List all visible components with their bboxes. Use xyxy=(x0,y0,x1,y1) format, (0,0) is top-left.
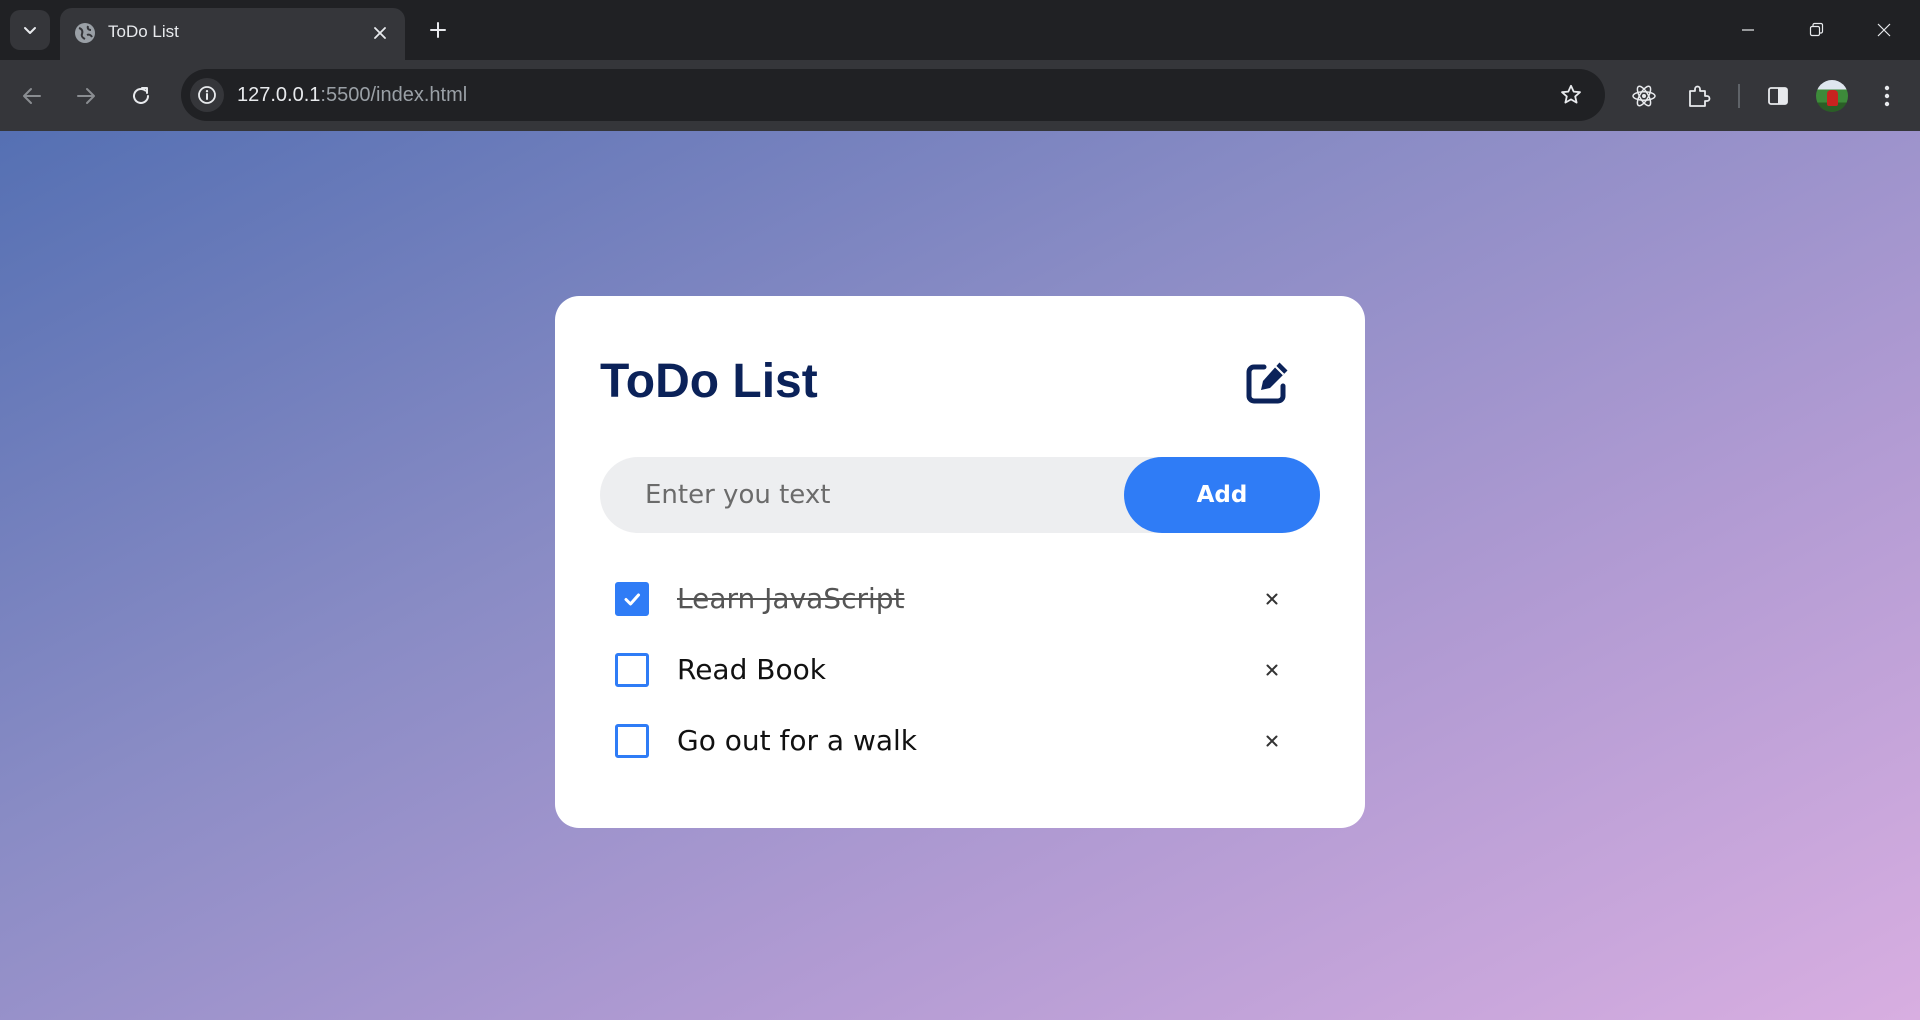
todo-checkbox[interactable] xyxy=(615,582,649,616)
close-icon xyxy=(374,27,386,39)
todo-card: ToDo List Add Learn JavaScript xyxy=(555,296,1365,828)
browser-menu-button[interactable] xyxy=(1868,77,1906,115)
minimize-button[interactable] xyxy=(1730,12,1766,48)
browser-toolbar: 127.0.0.1:5500/index.html xyxy=(0,60,1920,131)
add-button[interactable]: Add xyxy=(1124,457,1320,533)
forward-arrow-icon xyxy=(77,88,95,104)
back-arrow-icon xyxy=(23,88,41,104)
toolbar-divider xyxy=(1738,84,1740,108)
remove-item-button[interactable] xyxy=(1258,656,1286,684)
side-panel-icon xyxy=(1768,87,1788,105)
page-title: ToDo List xyxy=(600,355,818,408)
close-icon xyxy=(1266,735,1278,747)
tab-close-button[interactable] xyxy=(369,22,391,44)
url-path: :5500/index.html xyxy=(320,84,468,106)
react-icon xyxy=(1632,85,1656,107)
tab-title: ToDo List xyxy=(108,22,179,41)
url-host: 127.0.0.1 xyxy=(237,84,321,106)
close-icon xyxy=(1877,23,1891,37)
plus-icon xyxy=(430,22,446,38)
todo-item[interactable]: Go out for a walk xyxy=(615,713,1295,784)
react-devtools-extension-button[interactable] xyxy=(1625,77,1663,115)
kebab-menu-icon xyxy=(1884,85,1890,107)
minimize-icon xyxy=(1742,29,1754,31)
reload-button[interactable] xyxy=(122,77,160,115)
address-bar[interactable]: 127.0.0.1:5500/index.html xyxy=(181,69,1605,121)
remove-item-button[interactable] xyxy=(1258,585,1286,613)
puzzle-icon xyxy=(1689,85,1711,107)
tab-active[interactable]: ToDo List xyxy=(60,8,405,60)
todo-item[interactable]: Read Book xyxy=(615,642,1295,713)
back-button[interactable] xyxy=(13,77,51,115)
tab-strip: ToDo List xyxy=(0,0,1920,60)
side-panel-button[interactable] xyxy=(1759,77,1797,115)
todo-item[interactable]: Learn JavaScript xyxy=(615,571,1295,642)
checkmark-icon xyxy=(624,593,640,606)
todo-item-text: Go out for a walk xyxy=(677,724,917,757)
site-info-button[interactable] xyxy=(190,78,224,112)
page-viewport: ToDo List Add Learn JavaScript xyxy=(0,131,1920,1020)
forward-button[interactable] xyxy=(67,77,105,115)
profile-avatar[interactable] xyxy=(1816,80,1848,112)
restore-icon xyxy=(1809,22,1824,37)
close-icon xyxy=(1266,593,1278,605)
todo-checkbox[interactable] xyxy=(615,724,649,758)
reload-icon xyxy=(133,87,149,104)
todo-item-text: Learn JavaScript xyxy=(677,582,905,615)
close-icon xyxy=(1266,664,1278,676)
remove-item-button[interactable] xyxy=(1258,727,1286,755)
todo-input-row: Add xyxy=(600,457,1320,533)
close-window-button[interactable] xyxy=(1866,12,1902,48)
browser-chrome: ToDo List 127.0.0.1:5500/index.html xyxy=(0,0,1920,131)
todo-text-input[interactable] xyxy=(600,457,1120,533)
edit-icon xyxy=(1246,362,1288,404)
new-tab-button[interactable] xyxy=(424,16,452,44)
info-icon xyxy=(198,86,216,104)
todo-item-text: Read Book xyxy=(677,653,826,686)
tab-search-button[interactable] xyxy=(10,10,50,50)
todo-list: Learn JavaScript Read Book Go out for a … xyxy=(615,571,1295,784)
url-text: 127.0.0.1:5500/index.html xyxy=(237,82,467,108)
restore-button[interactable] xyxy=(1798,12,1834,48)
chevron-down-icon xyxy=(24,27,36,34)
globe-icon xyxy=(75,23,95,43)
star-icon xyxy=(1561,84,1581,104)
extensions-button[interactable] xyxy=(1680,77,1718,115)
todo-checkbox[interactable] xyxy=(615,653,649,687)
bookmark-button[interactable] xyxy=(1557,81,1585,109)
avatar-figure xyxy=(1827,90,1838,106)
